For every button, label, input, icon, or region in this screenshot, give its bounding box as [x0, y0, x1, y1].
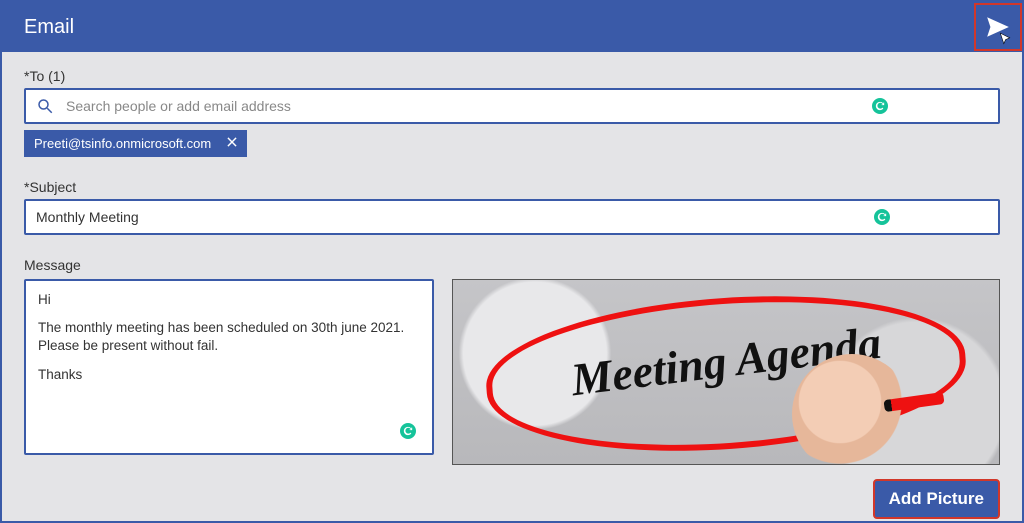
email-form: *To (1) Preeti@tsinfo.onmicrosoft.com *S… — [2, 52, 1022, 477]
email-header: Email — [2, 2, 1022, 52]
search-icon — [36, 97, 54, 115]
to-label: *To (1) — [24, 68, 1000, 84]
to-search-field[interactable] — [24, 88, 1000, 124]
message-signoff: Thanks — [38, 366, 420, 384]
recipient-chip[interactable]: Preeti@tsinfo.onmicrosoft.com — [24, 130, 247, 157]
message-label: Message — [24, 257, 1000, 273]
attachment-image: Meeting Agenda — [452, 279, 1000, 465]
message-body: The monthly meeting has been scheduled o… — [38, 319, 420, 355]
grammarly-icon — [872, 98, 888, 114]
subject-input[interactable] — [24, 199, 1000, 235]
send-button[interactable] — [974, 3, 1022, 51]
message-greeting: Hi — [38, 291, 420, 309]
to-search-input[interactable] — [64, 97, 970, 115]
subject-label: *Subject — [24, 179, 1000, 195]
grammarly-icon — [874, 209, 890, 225]
remove-recipient-icon[interactable] — [225, 135, 239, 152]
recipient-email: Preeti@tsinfo.onmicrosoft.com — [34, 136, 211, 151]
page-title: Email — [24, 16, 74, 39]
message-textarea[interactable]: Hi The monthly meeting has been schedule… — [24, 279, 434, 455]
add-picture-button[interactable]: Add Picture — [873, 479, 1000, 519]
cursor-icon — [998, 32, 1012, 49]
grammarly-icon — [400, 423, 416, 439]
